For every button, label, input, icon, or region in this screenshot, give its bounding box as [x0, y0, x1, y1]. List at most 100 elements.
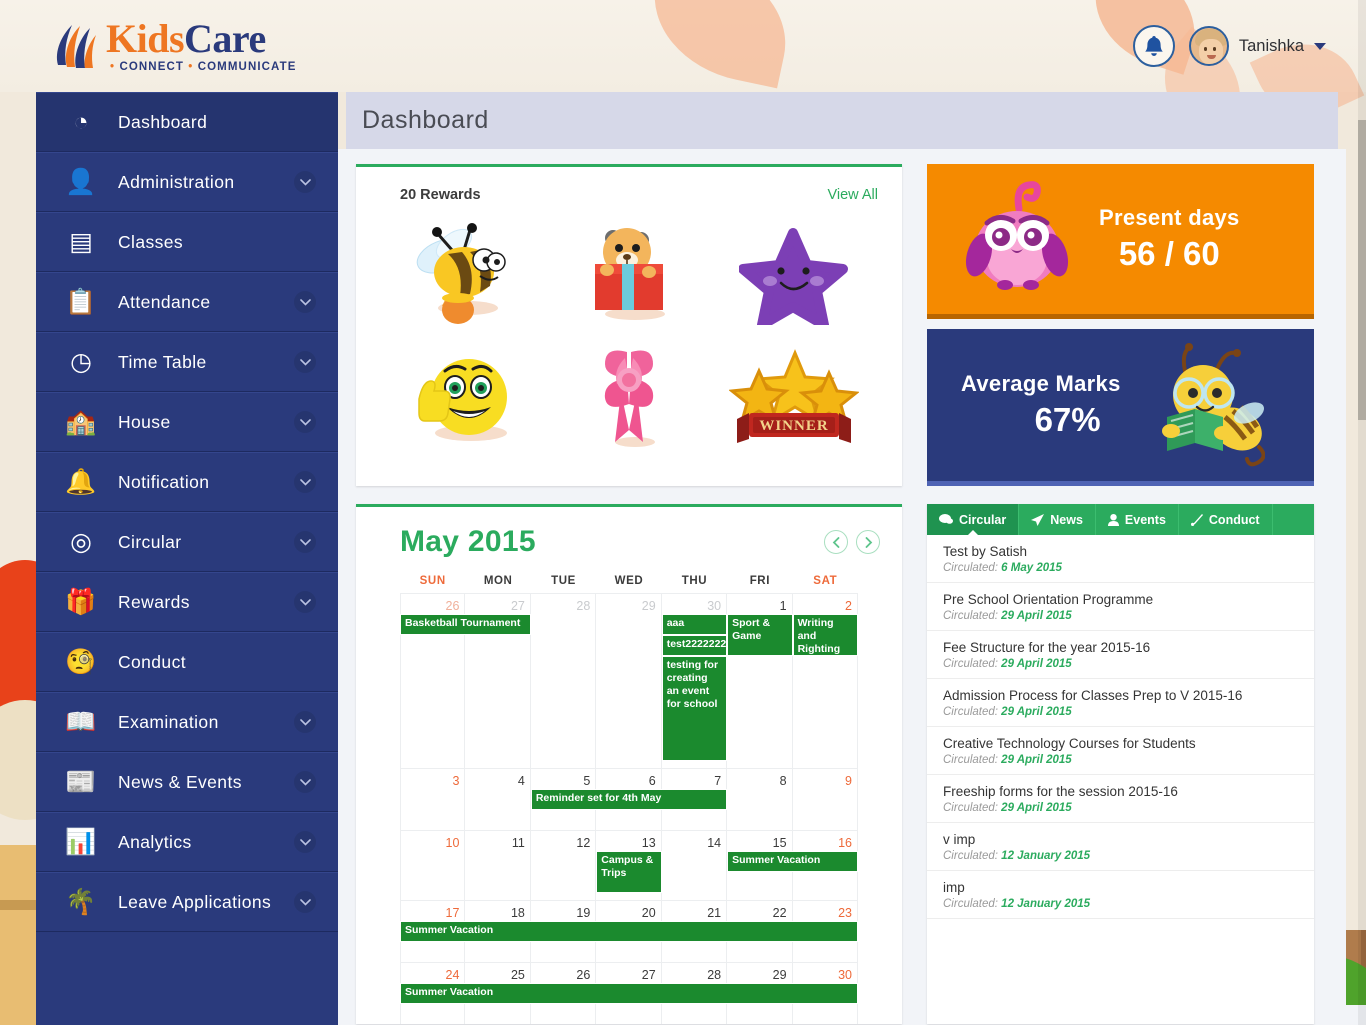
calendar-event[interactable]: Basketball Tournament — [400, 614, 531, 635]
rewards-count: 20 Rewards — [400, 187, 481, 203]
calendar-event[interactable]: Sport & Game — [727, 614, 793, 656]
magic-wand-icon — [1190, 513, 1203, 526]
bell-icon — [1145, 36, 1163, 56]
dashboard-body: 20 Rewards View All WINNER Present days … — [338, 149, 1346, 1025]
calendar-weekday: WED — [614, 575, 644, 587]
view-all-rewards-link[interactable]: View All — [827, 187, 878, 203]
circulated-prefix: Circulated: — [943, 802, 998, 814]
tab-news[interactable]: News — [1019, 504, 1096, 535]
list-item[interactable]: Pre School Orientation Programme Circula… — [927, 583, 1314, 631]
chevron-down-icon[interactable] — [294, 411, 316, 433]
calendar-day-cell[interactable]: 29 — [596, 594, 662, 769]
chevron-down-icon[interactable] — [294, 891, 316, 913]
sidebar-item-news-events[interactable]: 📰 News & Events — [36, 752, 338, 812]
sidebar-item-label: Analytics — [118, 831, 192, 852]
calendar-day-cell[interactable]: 3 — [400, 769, 466, 831]
page-scrollbar-thumb[interactable] — [1358, 120, 1366, 420]
sidebar-item-classes[interactable]: ▤ Classes — [36, 212, 338, 272]
chevron-down-icon[interactable] — [294, 171, 316, 193]
sidebar-item-rewards[interactable]: 🎁 Rewards — [36, 572, 338, 632]
calendar-event[interactable]: test2222222 — [661, 635, 728, 656]
chevron-down-icon[interactable] — [294, 591, 316, 613]
calendar-event[interactable]: Campus & Trips — [596, 851, 662, 893]
main-sidebar: ◔ Dashboard 👤 Administration ▤ Classes 📋… — [36, 92, 338, 1025]
calendar-day-cell[interactable]: 8 — [727, 769, 793, 831]
calendar-event[interactable]: Summer Vacation — [400, 921, 858, 942]
sidebar-item-attendance[interactable]: 📋 Attendance — [36, 272, 338, 332]
calendar-weekday: SAT — [813, 575, 838, 587]
updates-panel: Circular News Events Conduct Test by Sat… — [927, 504, 1314, 1024]
calendar-day-number: 14 — [707, 836, 722, 850]
list-item[interactable]: Fee Structure for the year 2015-16 Circu… — [927, 631, 1314, 679]
reward-item[interactable] — [547, 335, 712, 459]
circulated-prefix: Circulated: — [943, 658, 998, 670]
sidebar-item-label: Rewards — [118, 591, 190, 612]
chevron-down-icon[interactable] — [294, 471, 316, 493]
tab-circular[interactable]: Circular — [927, 504, 1020, 535]
list-item[interactable]: Creative Technology Courses for Students… — [927, 727, 1314, 775]
sidebar-item-leave-applications[interactable]: 🌴 Leave Applications — [36, 872, 338, 932]
list-item[interactable]: Admission Process for Classes Prep to V … — [927, 679, 1314, 727]
calendar-day-cell[interactable]: 9 — [793, 769, 858, 831]
calendar-event[interactable]: testing for creating an event for school — [661, 656, 728, 761]
circular-meta: Circulated: 12 January 2015 — [943, 898, 1300, 910]
comments-icon — [939, 514, 953, 525]
reward-item[interactable] — [382, 335, 547, 459]
calendar-day-cell[interactable]: 10 — [400, 831, 466, 901]
sidebar-item-conduct[interactable]: 🧐 Conduct — [36, 632, 338, 692]
notification-bell-button[interactable] — [1132, 25, 1175, 67]
tab-events[interactable]: Events — [1096, 504, 1179, 535]
chevron-down-icon[interactable] — [294, 711, 316, 733]
sidebar-item-label: Conduct — [118, 651, 186, 672]
sidebar-item-house[interactable]: 🏫 House — [36, 392, 338, 452]
chevron-down-icon[interactable] — [294, 831, 316, 853]
list-item[interactable]: Test by Satish Circulated: 6 May 2015 — [927, 535, 1314, 583]
sidebar-item-time-table[interactable]: ◷ Time Table — [36, 332, 338, 392]
circular-title: Freeship forms for the session 2015-16 — [943, 784, 1178, 799]
sidebar-item-circular[interactable]: ◎ Circular — [36, 512, 338, 572]
calendar-prev-button[interactable] — [824, 530, 848, 554]
calendar-day-cell[interactable]: 28 — [531, 594, 597, 769]
sidebar-item-label: Circular — [118, 531, 182, 552]
tab-label: News — [1050, 512, 1083, 527]
calendar-event[interactable]: aaa — [661, 614, 728, 635]
sidebar-item-dashboard[interactable]: ◔ Dashboard — [36, 92, 338, 152]
calendar-day-number: 26 — [576, 968, 591, 982]
brand-logo[interactable]: KidsCare • CONNECT • COMMUNICATE — [52, 18, 297, 74]
sidebar-item-examination[interactable]: 📖 Examination — [36, 692, 338, 752]
calendar-event[interactable]: Reminder set for 4th May — [530, 789, 728, 810]
reward-item[interactable] — [382, 211, 547, 335]
sidebar-item-administration[interactable]: 👤 Administration — [36, 152, 338, 212]
calendar-event[interactable]: Summer Vacation — [400, 983, 858, 1004]
main-content: Dashboard 20 Rewards View All WINNER Pre… — [338, 92, 1346, 1025]
calendar-day-cell[interactable]: 14 — [662, 831, 728, 901]
calendar-event[interactable]: Summer Vacation — [727, 851, 858, 872]
sidebar-item-analytics[interactable]: 📊 Analytics — [36, 812, 338, 872]
list-item[interactable]: imp Circulated: 12 January 2015 — [927, 871, 1314, 919]
reward-item[interactable] — [711, 211, 876, 335]
page-title: Dashboard — [362, 106, 489, 134]
reward-item[interactable]: WINNER — [711, 335, 876, 459]
chevron-down-icon[interactable] — [294, 531, 316, 553]
chevron-right-icon — [865, 536, 872, 548]
calendar-event[interactable]: Writing and Righting — [792, 614, 858, 656]
calendar-weekday: SUN — [419, 575, 446, 587]
calendar-day-cell[interactable]: 4 — [465, 769, 531, 831]
user-menu[interactable]: Tanishka — [1188, 26, 1326, 66]
calendar-day-cell[interactable]: 11 — [465, 831, 531, 901]
chevron-down-icon[interactable] — [294, 351, 316, 373]
calendar-day-number: 29 — [772, 968, 787, 982]
list-item[interactable]: v imp Circulated: 12 January 2015 — [927, 823, 1314, 871]
school-house-icon: 🏫 — [65, 407, 97, 436]
chevron-down-icon[interactable] — [1314, 42, 1326, 50]
calendar-day-cell[interactable]: 12 — [531, 831, 597, 901]
calendar-next-button[interactable] — [856, 530, 880, 554]
calendar-day-number: 1 — [779, 599, 787, 613]
sidebar-item-notification[interactable]: 🔔 Notification — [36, 452, 338, 512]
chevron-down-icon[interactable] — [294, 291, 316, 313]
tab-conduct[interactable]: Conduct — [1179, 504, 1273, 535]
reward-item[interactable] — [547, 211, 712, 335]
page-scrollbar-track[interactable] — [1358, 0, 1366, 1025]
chevron-down-icon[interactable] — [294, 771, 316, 793]
list-item[interactable]: Freeship forms for the session 2015-16 C… — [927, 775, 1314, 823]
